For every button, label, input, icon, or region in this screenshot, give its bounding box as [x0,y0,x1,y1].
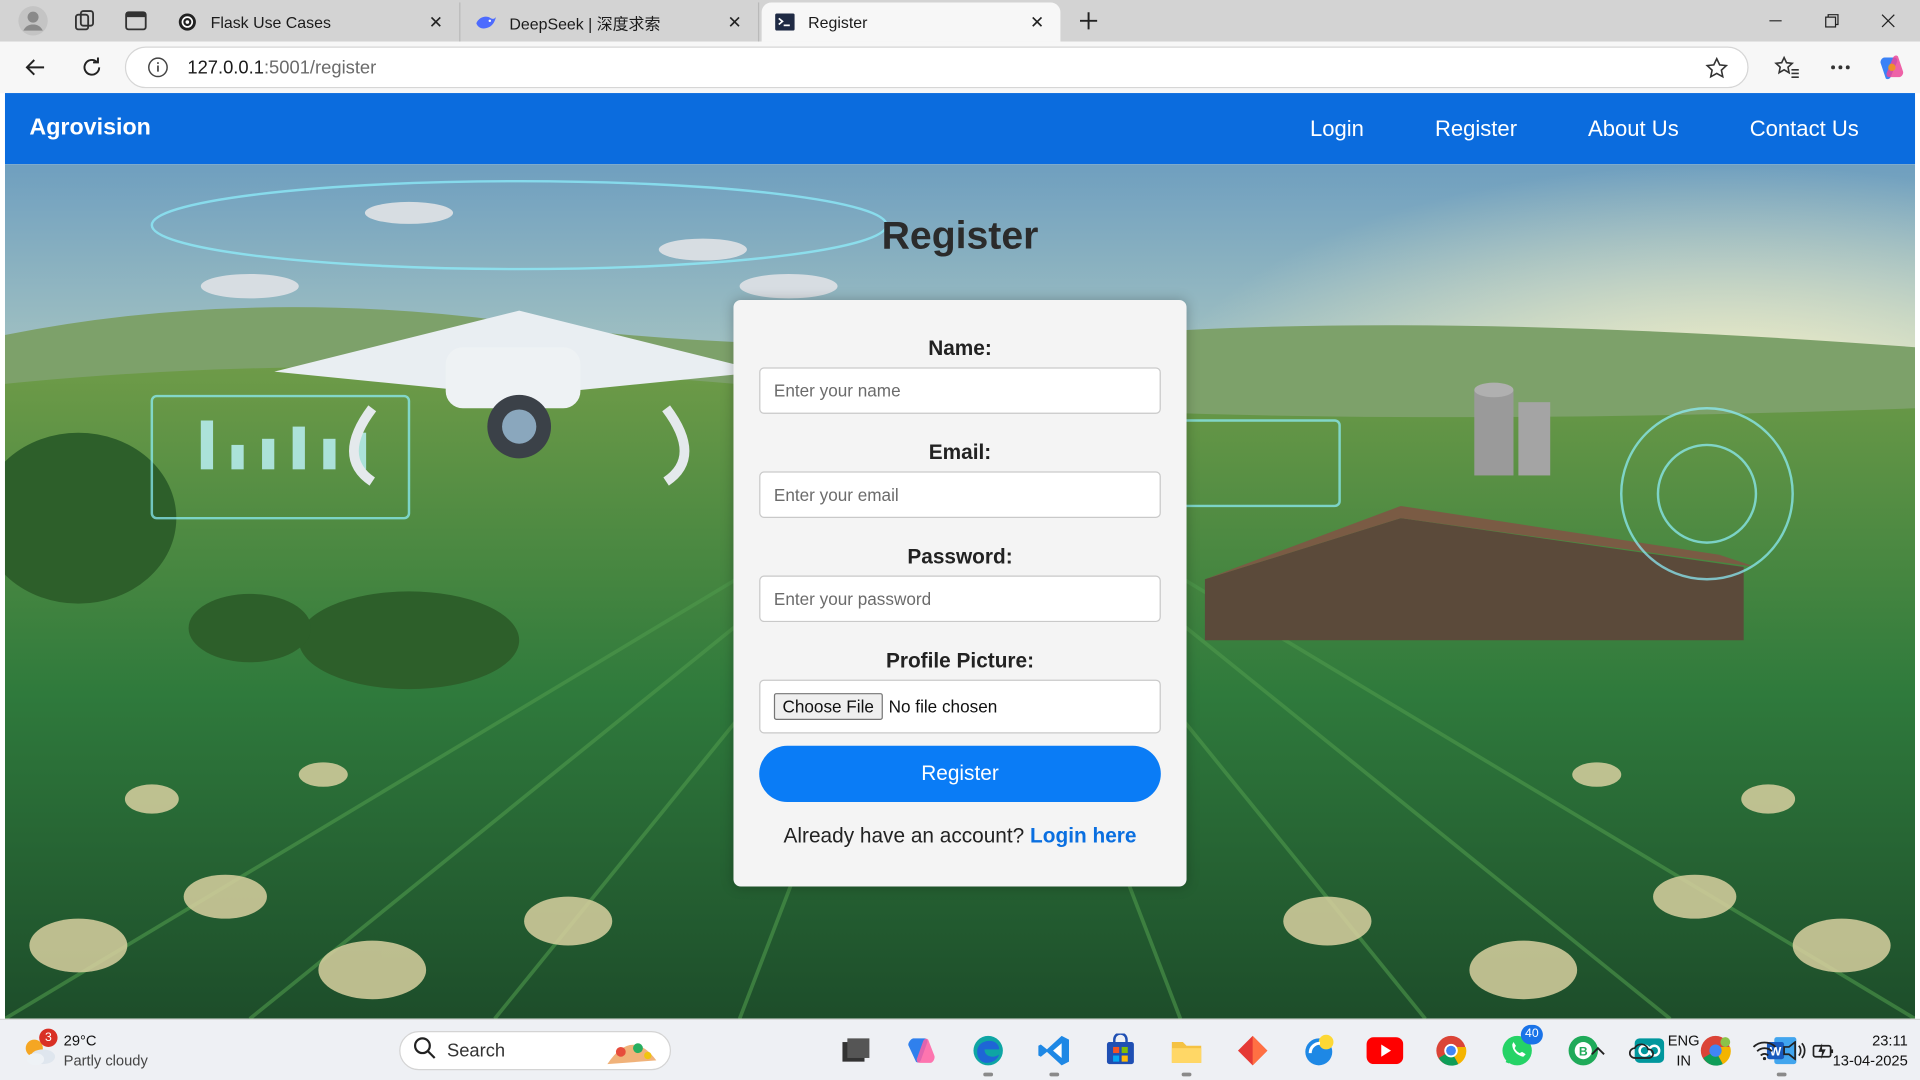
weather-description: Partly cloudy [63,1051,148,1069]
site-navbar: Agrovision Login Register About Us Conta… [4,93,1916,165]
screen: Flask Use Cases ✕ DeepSeek | 深度求索 ✕ Regi… [0,0,1920,1080]
nav-link-register[interactable]: Register [1435,116,1517,142]
clock-date: 13-04-2025 [1832,1051,1908,1069]
weather-widget[interactable]: 3 29°C Partly cloudy [20,1026,191,1075]
nav-link-login[interactable]: Login [1310,116,1364,142]
url-path: :5001/register [263,56,377,78]
favorites-icon[interactable] [1771,51,1803,83]
volume-icon[interactable] [1780,1040,1807,1062]
tab-title: Register [808,12,868,32]
terminal-icon [774,11,796,33]
git-app-icon[interactable] [1234,1032,1271,1069]
close-icon[interactable]: ✕ [425,12,447,33]
taskbar: 3 29°C Partly cloudy Search 40 B W ENG I… [0,1018,1920,1080]
favorite-star-icon[interactable] [1703,55,1730,82]
register-form: Name: Email: Password: Profile Picture: … [733,300,1187,887]
tab-title: Flask Use Cases [210,12,331,32]
tab-register[interactable]: Register ✕ [761,2,1061,42]
address-bar[interactable]: 127.0.0.1:5001/register [124,46,1749,89]
minimize-icon[interactable] [1749,0,1803,42]
edge-dev-icon[interactable] [1300,1032,1337,1069]
brand-link[interactable]: Agrovision [29,115,151,142]
login-prompt-text: Already have an account? [783,824,1025,848]
vertical-tabs-icon[interactable] [120,5,152,37]
deepseek-whale-icon [475,11,497,33]
system-tray: ENG IN 23:11 13-04-2025 [1585,1020,1920,1080]
login-here-link[interactable]: Login here [1030,824,1136,847]
taskbar-search[interactable]: Search [399,1031,672,1071]
chrome-icon[interactable] [1433,1032,1470,1069]
microsoft-store-icon[interactable] [1102,1032,1139,1069]
file-status: No file chosen [888,696,998,717]
email-label: Email: [928,440,992,465]
url-host: 127.0.0.1 [187,56,264,78]
tab-strip: Flask Use Cases ✕ DeepSeek | 深度求索 ✕ Regi… [0,0,1920,42]
choose-file-button[interactable]: Choose File [773,693,883,721]
profile-icon[interactable] [17,5,49,37]
close-icon[interactable]: ✕ [1026,12,1048,33]
info-icon[interactable] [146,55,170,79]
nav-link-about-us[interactable]: About Us [1588,116,1679,142]
page-viewport: Agrovision Login Register About Us Conta… [4,93,1916,1019]
email-input[interactable] [759,471,1161,518]
task-view-icon[interactable] [838,1032,875,1069]
password-label: Password: [907,544,1013,569]
name-label: Name: [928,336,992,361]
copilot-icon[interactable] [1876,51,1908,83]
language-code: ENG [1667,1032,1700,1050]
page-title: Register [881,213,1039,258]
password-input[interactable] [759,575,1161,623]
more-options-icon[interactable] [1825,51,1857,83]
profile-picture-input: Choose File No file chosen [759,679,1161,734]
new-tab-icon[interactable] [1073,5,1105,37]
weather-temperature: 29°C [63,1032,97,1050]
vscode-icon[interactable] [1036,1032,1073,1077]
onedrive-cloud-icon[interactable] [1629,1040,1656,1062]
flask-icon [176,11,198,33]
tab-title: DeepSeek | 深度求索 [509,14,661,33]
wifi-icon[interactable] [1751,1040,1778,1062]
refresh-icon[interactable] [76,51,108,83]
nav-link-contact-us[interactable]: Contact Us [1750,116,1859,142]
edge-browser-icon[interactable] [970,1032,1007,1077]
close-window-icon[interactable] [1861,0,1915,42]
address-row: 127.0.0.1:5001/register [0,41,1920,94]
back-icon[interactable] [20,51,52,83]
restore-icon[interactable] [1805,0,1859,42]
file-explorer-icon[interactable] [1168,1032,1205,1077]
whatsapp-icon[interactable]: 40 [1499,1024,1543,1069]
register-button[interactable]: Register [759,745,1161,803]
clock-time: 23:11 [1872,1032,1908,1050]
login-prompt: Already have an account? Login here [759,824,1161,848]
weather-alert-badge: 3 [39,1028,58,1047]
region-code: IN [1676,1051,1692,1069]
search-icon [413,1035,437,1066]
search-placeholder: Search [446,1040,506,1062]
close-icon[interactable]: ✕ [724,12,746,33]
name-input[interactable] [759,367,1161,414]
copilot-app-icon[interactable] [904,1032,941,1069]
profile-picture-label: Profile Picture: [885,648,1035,673]
tab-deepseek[interactable]: DeepSeek | 深度求索 ✕ [463,2,760,42]
tab-flask[interactable]: Flask Use Cases ✕ [164,2,461,42]
whatsapp-notification-badge: 40 [1520,1024,1543,1045]
chevron-up-icon[interactable] [1585,1040,1612,1062]
language-indicator[interactable]: ENG IN [1665,1031,1702,1070]
search-highlight-icon [601,1033,662,1076]
clock[interactable]: 23:11 13-04-2025 [1817,1031,1908,1070]
nav-links: Login Register About Us Contact Us [1239,116,1859,142]
youtube-icon[interactable] [1366,1032,1404,1069]
workspaces-icon[interactable] [69,5,101,37]
